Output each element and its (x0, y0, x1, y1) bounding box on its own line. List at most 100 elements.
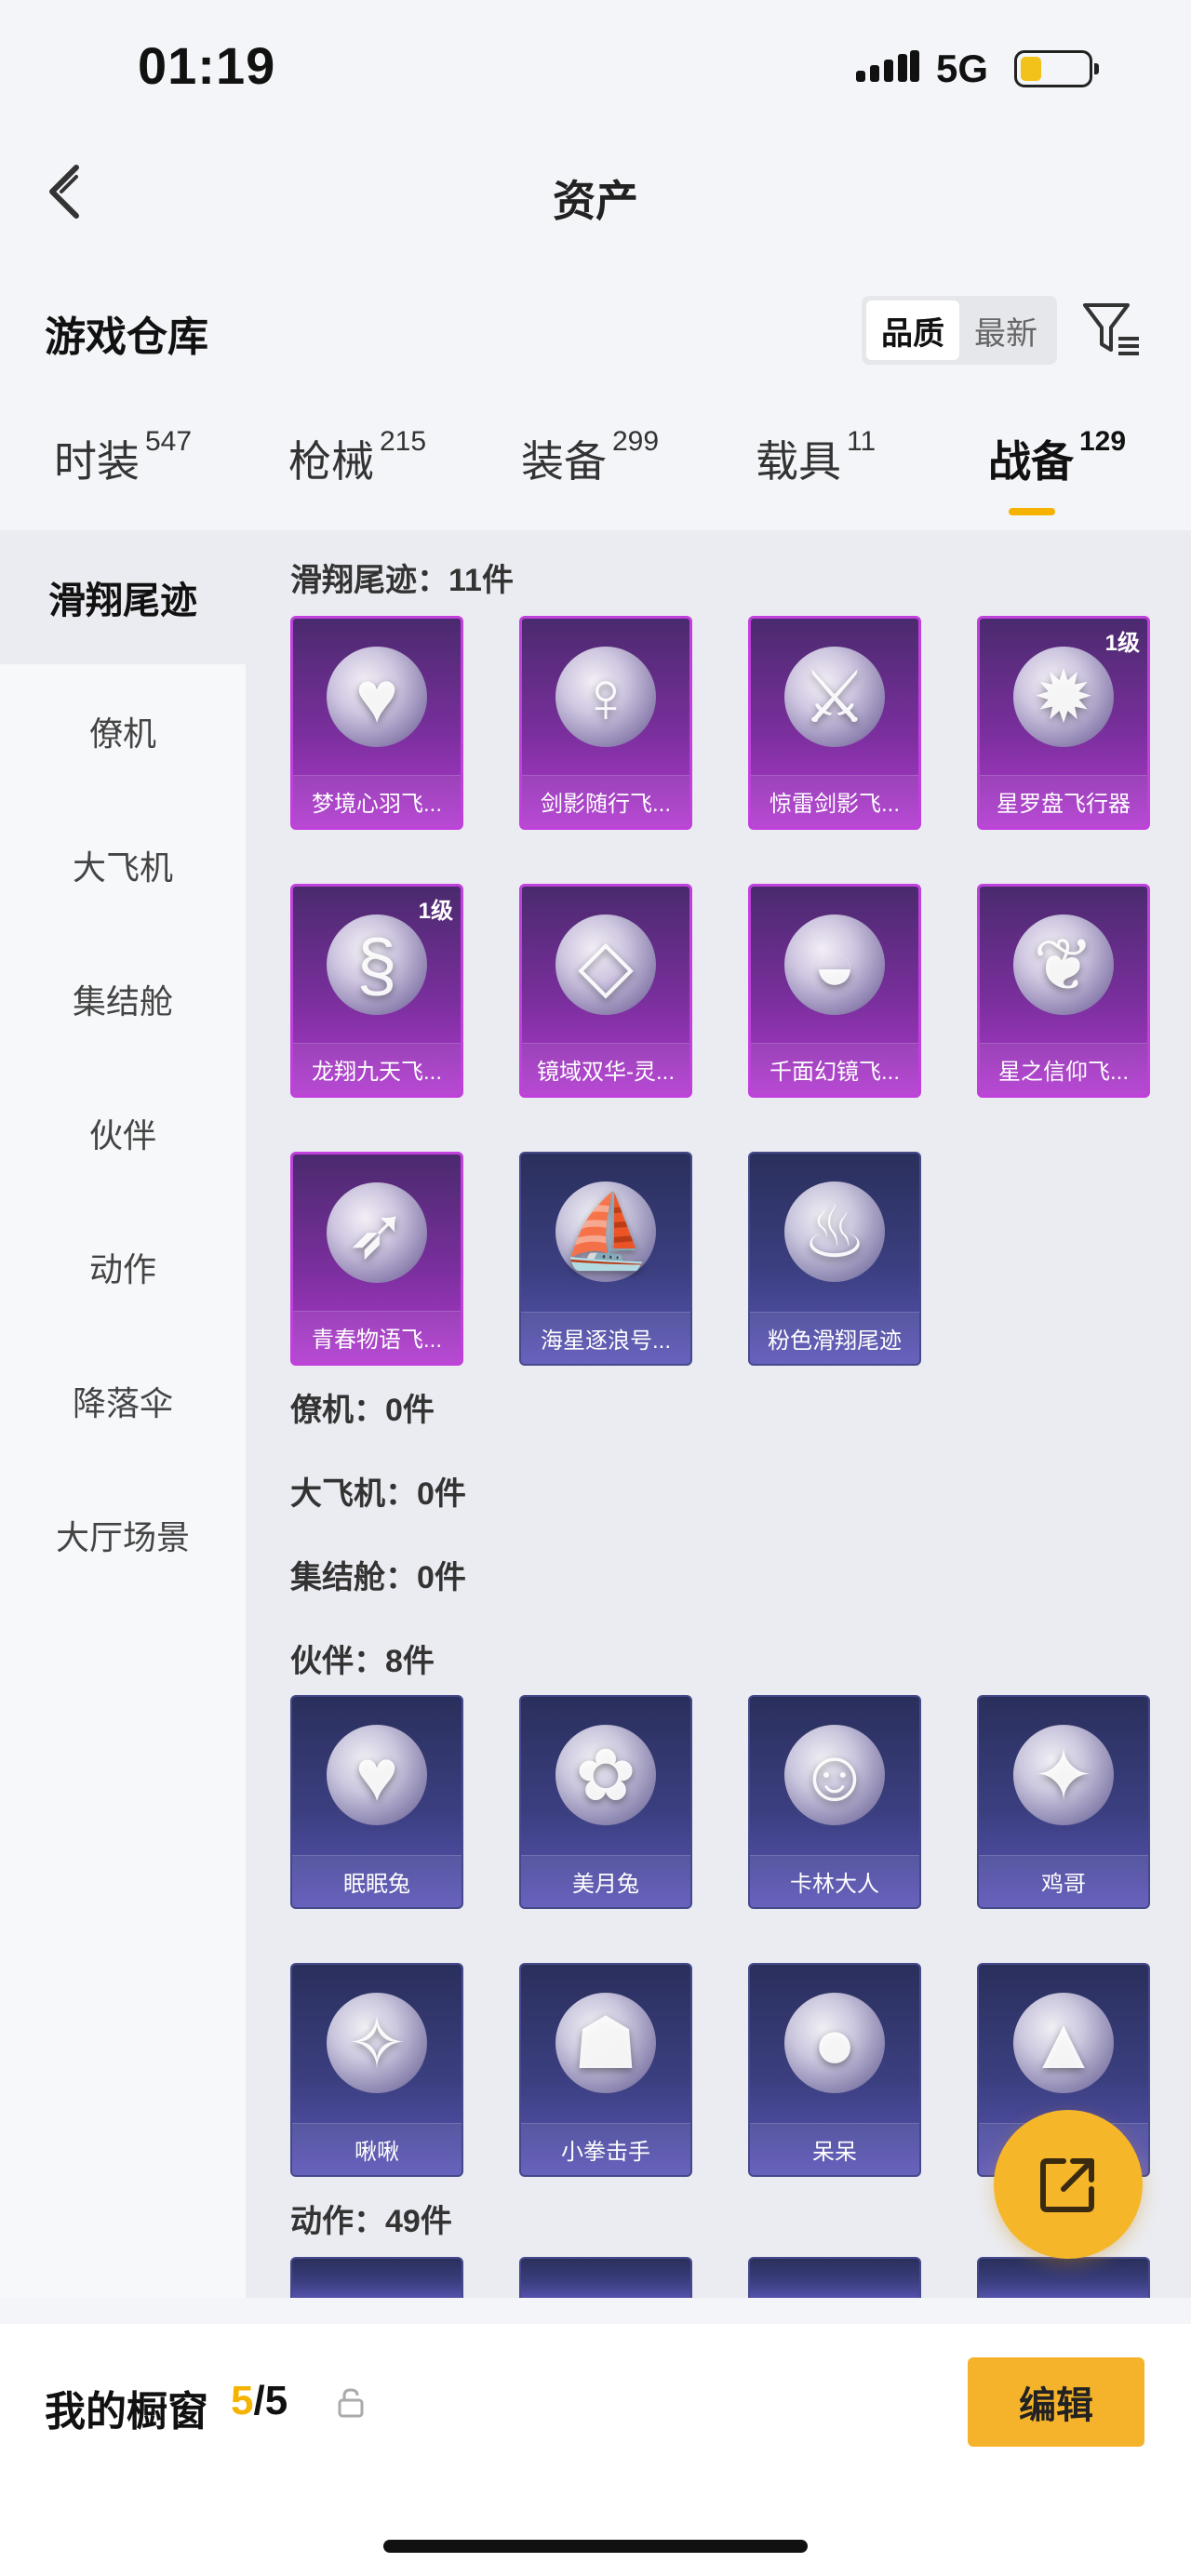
item-name: 粉色滑翔尾迹 (750, 1312, 919, 1364)
item-name: 青春物语飞... (293, 1311, 461, 1363)
item-card[interactable]: ☗ 小拳击手 (519, 1963, 692, 2177)
item-card[interactable]: ● 呆呆 (748, 1963, 921, 2177)
sidebar-item-parachute[interactable]: 降落伞 (0, 1334, 246, 1468)
item-art: ♥ (293, 619, 461, 775)
battery-icon (1014, 50, 1099, 87)
nav-bar: 资产 (0, 140, 1191, 242)
tab-equipment[interactable]: 装备 299 (521, 426, 659, 489)
item-card[interactable]: ➶ 青春物语飞... (290, 1152, 463, 1366)
tab-vehicles[interactable]: 载具 11 (756, 426, 877, 489)
network-label: 5G (936, 47, 989, 90)
item-name: 啾啾 (292, 2123, 462, 2175)
item-card[interactable]: ✦ 鸡哥 (977, 1695, 1150, 1909)
item-card[interactable]: § 1级 龙翔九天飞... (290, 884, 463, 1098)
item-name: 千面幻镜飞... (751, 1043, 918, 1095)
item-name: 惊雷剑影飞... (751, 775, 918, 827)
item-card[interactable]: ✿ 美月兔 (519, 1695, 692, 1909)
item-card[interactable]: ☺ 卡林大人 (748, 1695, 921, 1909)
item-level-badge: 1级 (1104, 631, 1140, 656)
item-card[interactable]: ◒ 千面幻镜飞... (748, 884, 921, 1098)
item-art: ➶ (293, 1155, 461, 1311)
showcase-count: 5/5 (231, 2378, 288, 2423)
item-art: ✦ (979, 1697, 1148, 1853)
action-card[interactable] (748, 2257, 921, 2298)
bird-icon: ✧ (346, 2001, 408, 2084)
item-art: ▲ (979, 1965, 1148, 2121)
sidebar-item-partner[interactable]: 伙伴 (0, 1066, 246, 1200)
group-title-glide: 滑翔尾迹：11件 (290, 563, 514, 598)
chick-icon: ● (812, 2001, 857, 2084)
heart-wing-icon: ♥ (355, 655, 399, 738)
status-time: 01:19 (138, 36, 276, 95)
tab-count: 11 (847, 426, 877, 457)
glider-icon: ➶ (346, 1191, 408, 1274)
item-card[interactable]: ✹ 1级 星罗盘飞行器 (977, 616, 1150, 830)
sword-icon: ⚔ (802, 655, 867, 738)
item-card[interactable]: ◇ 镜域双华-灵... (519, 884, 692, 1098)
bunny-icon: ♥ (355, 1733, 399, 1816)
item-art: ☗ (521, 1965, 690, 2121)
item-card[interactable]: ♥ 眠眠兔 (290, 1695, 463, 1909)
item-card[interactable]: ♥ 梦境心羽飞... (290, 616, 463, 830)
item-art: ☺ (750, 1697, 919, 1853)
sidebar-item-capsule[interactable]: 集结舱 (0, 932, 246, 1066)
group-title-partner: 伙伴：8件 (290, 1644, 435, 1679)
home-indicator (383, 2540, 808, 2553)
showcase-label: 我的橱窗 (45, 2389, 208, 2435)
tab-count: 129 (1079, 426, 1127, 457)
section-heading: 游戏仓库 (45, 314, 208, 360)
item-art: ♨ (750, 1154, 919, 1310)
sort-toggle: 品质 最新 (862, 296, 1057, 365)
item-card[interactable]: ♨ 粉色滑翔尾迹 (748, 1152, 921, 1366)
lock-icon (337, 2387, 365, 2419)
item-name: 美月兔 (521, 1855, 690, 1907)
item-card[interactable]: ✧ 啾啾 (290, 1963, 463, 2177)
item-card[interactable]: ❦ 星之信仰飞... (977, 884, 1150, 1098)
item-name: 镜域双华-灵... (522, 1043, 689, 1095)
item-art: ◒ (751, 887, 918, 1043)
astrolabe-icon: ✹ (1033, 655, 1094, 738)
crystal-blades-icon: ◇ (578, 923, 634, 1006)
tab-fashion[interactable]: 时装 547 (54, 426, 193, 489)
item-name: 眠眠兔 (292, 1855, 462, 1907)
sidebar-item-glide-trail[interactable]: 滑翔尾迹 (0, 530, 246, 664)
action-card[interactable] (290, 2257, 463, 2298)
item-card[interactable]: ⚔ 惊雷剑影飞... (748, 616, 921, 830)
chicken-icon: ✦ (1033, 1733, 1094, 1816)
item-name: 龙翔九天飞... (293, 1043, 461, 1095)
sort-quality-button[interactable]: 品质 (866, 300, 959, 360)
share-icon (1040, 2158, 1094, 2212)
signal-icon (856, 50, 919, 82)
action-card[interactable] (519, 2257, 692, 2298)
group-title-plane: 大飞机：0件 (290, 1476, 466, 1512)
item-art: ⚔ (751, 619, 918, 775)
item-art: ✧ (292, 1965, 462, 2121)
share-button[interactable] (994, 2110, 1143, 2259)
showcase-bar: 我的橱窗 5/5 编辑 (0, 2324, 1191, 2576)
tab-count: 547 (145, 426, 193, 457)
tab-guns[interactable]: 枪械 215 (288, 426, 426, 489)
group-title-capsule: 集结舱：0件 (290, 1560, 466, 1595)
item-art: ✿ (521, 1697, 690, 1853)
tab-readiness[interactable]: 战备 129 (988, 426, 1127, 489)
item-card[interactable]: ♀ 剑影随行飞... (519, 616, 692, 830)
boxer-icon: ☗ (573, 2001, 638, 2084)
item-card[interactable]: ⛵ 海星逐浪号... (519, 1152, 692, 1366)
helmet-chicken-icon: ▲ (1027, 2001, 1100, 2084)
sidebar-item-action[interactable]: 动作 (0, 1200, 246, 1334)
item-art: ⛵ (521, 1154, 690, 1310)
edit-button[interactable]: 编辑 (968, 2357, 1144, 2447)
action-card[interactable] (977, 2257, 1150, 2298)
sidebar-item-lobby-scene[interactable]: 大厅场景 (0, 1468, 246, 1602)
sidebar-item-wingman[interactable]: 僚机 (0, 664, 246, 798)
active-tab-indicator (1009, 508, 1055, 515)
sort-newest-button[interactable]: 最新 (959, 300, 1052, 360)
filter-icon[interactable] (1079, 296, 1144, 361)
item-name: 星之信仰飞... (980, 1043, 1147, 1095)
item-art: ♥ (292, 1697, 462, 1853)
sidebar-item-big-plane[interactable]: 大飞机 (0, 798, 246, 932)
dragon-icon: § (356, 923, 397, 1006)
item-name: 呆呆 (750, 2123, 919, 2175)
item-grid: 滑翔尾迹：11件 ♥ 梦境心羽飞... ♀ 剑影随行飞... ⚔ 惊雷剑影飞... ✹ 1级星… (246, 530, 1191, 2298)
smoke-trail-icon: ♨ (802, 1190, 867, 1273)
